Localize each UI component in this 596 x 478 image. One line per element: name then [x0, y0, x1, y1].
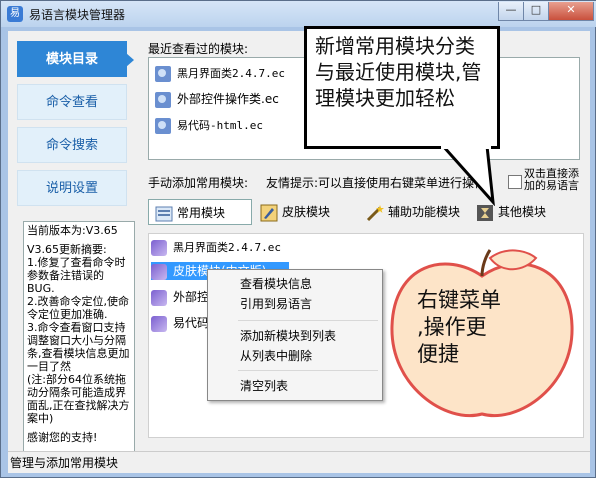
menu-separator: [238, 320, 378, 321]
apple-text-line: 便捷: [417, 342, 459, 366]
sidebar-item-command-view[interactable]: 命令查看: [17, 84, 127, 120]
info-line: 感谢您的支持!: [27, 431, 98, 444]
list-item[interactable]: 易代码: [151, 314, 209, 332]
hourglass-icon: [477, 204, 493, 221]
callout-pointer: [441, 146, 495, 206]
tab-label: 常用模块: [177, 206, 226, 220]
menu-item-clear-list[interactable]: 清空列表: [240, 376, 288, 396]
recent-module-item[interactable]: 黑月界面类2.4.7.ec: [155, 64, 285, 82]
list-item-label: 易代码: [173, 316, 210, 330]
manual-add-label: 手动添加常用模块:: [148, 176, 249, 190]
tab-skin-modules[interactable]: 皮肤模块: [260, 199, 330, 225]
recent-module-name: 黑月界面类2.4.7.ec: [177, 67, 285, 80]
module-list-icon: [155, 206, 173, 221]
close-button[interactable]: ✕: [548, 2, 594, 21]
window-title: 易语言模块管理器: [29, 8, 126, 22]
menu-item-remove-module[interactable]: 从列表中删除: [240, 346, 312, 366]
status-bar: 管理与添加常用模块: [8, 451, 590, 473]
menu-item-add-module[interactable]: 添加新模块到列表: [240, 326, 336, 346]
tab-label: 其他模块: [498, 205, 547, 219]
apple-annotation-text: 右键菜单 ,操作更 便捷: [417, 287, 557, 368]
sidebar-item-command-search[interactable]: 命令搜索: [17, 127, 127, 163]
info-line: (注:部分64位系统拖动分隔条可能造成界面乱,正在查找解决方案中): [27, 373, 130, 425]
module-file-icon: [155, 65, 171, 82]
sidebar-item-settings[interactable]: 说明设置: [17, 170, 127, 206]
info-line: V3.65更新摘要:: [27, 243, 107, 256]
recent-module-name: 外部控件操作类.ec: [177, 92, 279, 106]
list-item-label: 外部控: [173, 290, 210, 304]
info-line: 2.改善命令定位,使命令定位更加准确.: [27, 295, 129, 321]
context-menu: 查看模块信息 引用到易语言 添加新模块到列表 从列表中删除 清空列表: [207, 269, 383, 401]
list-item[interactable]: 外部控: [151, 288, 209, 306]
version-info-box[interactable]: 当前版本为:V3.65 V3.65更新摘要: 1.修复了查看命令时参数备注错误的…: [23, 221, 135, 453]
annotation-callout: 新增常用模块分类与最近使用模块,管理模块更加轻松: [304, 26, 500, 149]
apple-text-line: 右键菜单: [417, 288, 501, 312]
double-click-add-checkbox[interactable]: [508, 175, 522, 189]
tab-label: 皮肤模块: [282, 205, 331, 219]
recent-module-name: 易代码-html.ec: [177, 119, 263, 132]
apple-text-line: ,操作更: [417, 315, 487, 339]
module-icon: [151, 315, 167, 332]
tab-common-modules[interactable]: 常用模块: [148, 199, 252, 225]
paint-brush-icon: [260, 204, 278, 221]
module-file-icon: [155, 117, 171, 134]
info-line: 3.命令查看窗口支持调整窗口大小与分隔条,查看模块信息更加一目了然: [27, 321, 130, 373]
magic-wand-icon: [366, 204, 384, 221]
module-file-icon: [155, 91, 171, 108]
module-icon: [151, 289, 167, 306]
checkbox-label-line: 加的易语言: [524, 179, 579, 192]
minimize-button[interactable]: —: [498, 2, 524, 21]
maximize-button[interactable]: □: [523, 2, 549, 21]
menu-separator: [238, 370, 378, 371]
title-bar: 易 易语言模块管理器 — □ ✕: [1, 1, 596, 27]
recent-modules-label: 最近查看过的模块:: [148, 42, 249, 56]
recent-module-item[interactable]: 外部控件操作类.ec: [155, 90, 279, 108]
info-line: 当前版本为:V3.65: [27, 224, 118, 237]
main-window: 易 易语言模块管理器 — □ ✕ 模块目录 命令查看 命令搜索 说明设置 当前版…: [0, 0, 596, 478]
sidebar-item-module-directory[interactable]: 模块目录: [17, 41, 134, 77]
module-icon: [151, 239, 167, 256]
list-item[interactable]: 黑月界面类2.4.7.ec: [151, 238, 281, 256]
info-line: 1.修复了查看命令时参数备注错误的BUG.: [27, 256, 126, 295]
app-icon: 易: [7, 6, 23, 22]
menu-item-reference-module[interactable]: 引用到易语言: [240, 294, 312, 314]
list-item-label: 黑月界面类2.4.7.ec: [173, 241, 281, 254]
checkbox-label: 双击直接添 加的易语言: [524, 168, 588, 192]
module-icon: [151, 263, 167, 280]
tab-label: 辅助功能模块: [388, 205, 461, 219]
menu-item-view-module-info[interactable]: 查看模块信息: [240, 274, 312, 294]
recent-module-item[interactable]: 易代码-html.ec: [155, 116, 263, 134]
